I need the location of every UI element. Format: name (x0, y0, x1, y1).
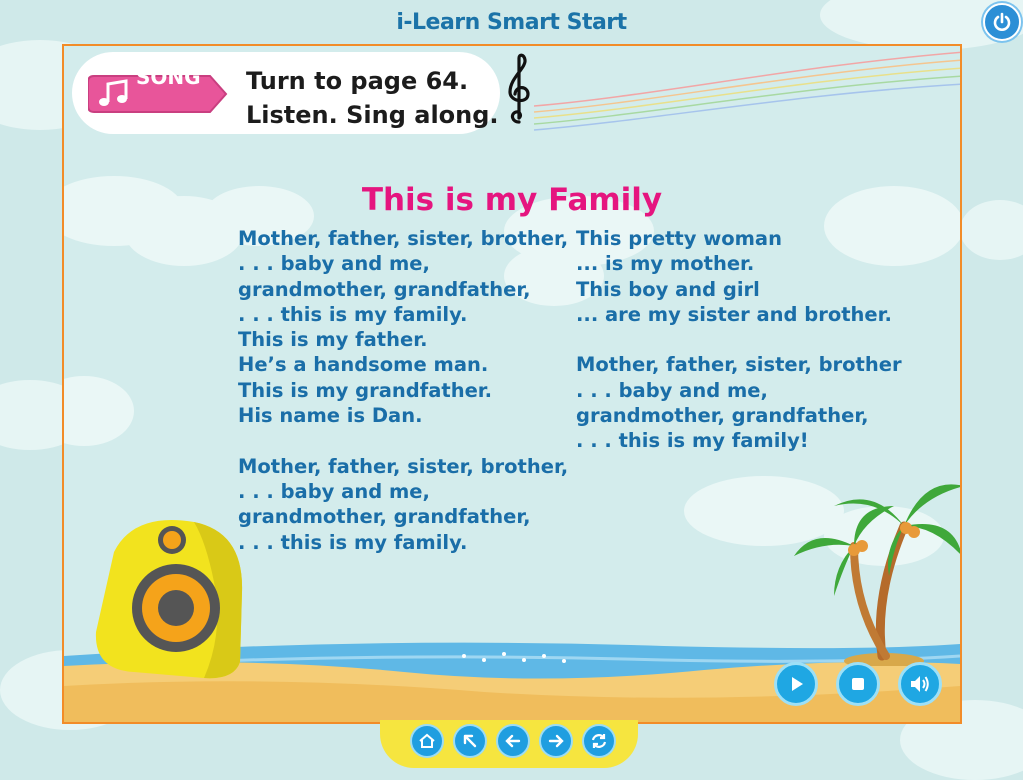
refresh-icon (591, 734, 607, 748)
stop-icon (852, 678, 864, 690)
lyrics-right-column: This pretty woman... is my mother. This b… (576, 226, 902, 454)
back-button[interactable] (496, 724, 530, 758)
instruction-banner: SONG Turn to page 64. Listen. Sing along… (72, 52, 500, 134)
song-tag-label: SONG (136, 65, 201, 89)
lyric-line: This is my father. (238, 328, 428, 352)
lyric-line: grandmother, grandfather, (238, 505, 531, 529)
lyric-line: grandmother, grandfather, (238, 277, 531, 301)
lyric-line: . . . baby and me, (238, 252, 430, 276)
song-title: This is my Family (361, 182, 663, 218)
lyric-line: He’s a handsome man. (238, 353, 489, 377)
speaker-illustration (95, 520, 243, 679)
lyric-line: Mother, father, sister, brother, (238, 454, 569, 478)
lyric-line: ... are my sister and brother. (576, 302, 892, 326)
lyric-line: . . . baby and me, (576, 378, 768, 402)
expand-button[interactable] (453, 724, 487, 758)
stop-button[interactable] (836, 662, 880, 706)
lyric-line: Mother, father, sister, brother, (238, 227, 569, 250)
instruction-text: Turn to page 64. Listen. Sing along. (246, 64, 499, 132)
forward-arrow-icon (548, 734, 564, 748)
lyric-line (238, 428, 568, 453)
instruction-line: Listen. Sing along. (246, 101, 499, 129)
home-icon (419, 733, 435, 748)
power-icon (993, 12, 1011, 31)
lyric-line: grandmother, grandfather, (576, 404, 869, 428)
lyrics-left-column: Mother, father, sister, brother,. . . ba… (238, 226, 568, 555)
lyric-line: . . . this is my family. (238, 530, 468, 554)
treble-clef-icon (508, 53, 530, 124)
home-button[interactable] (410, 724, 444, 758)
bottom-nav-bar (380, 720, 638, 768)
lyric-line: . . . this is my family. (238, 302, 468, 326)
volume-icon (911, 676, 929, 692)
lyric-line: Mother, father, sister, brother (576, 353, 902, 377)
lyric-line: His name is Dan. (238, 404, 423, 428)
volume-button[interactable] (898, 662, 942, 706)
music-staff-decoration (534, 51, 960, 131)
forward-button[interactable] (539, 724, 573, 758)
refresh-button[interactable] (582, 724, 616, 758)
play-icon (792, 677, 803, 691)
power-button[interactable] (983, 3, 1021, 41)
lyric-line (576, 327, 902, 352)
back-arrow-icon (505, 734, 521, 748)
cloud (64, 376, 134, 446)
expand-icon (463, 734, 477, 748)
background-cloud (960, 200, 1023, 260)
app-title: i-Learn Smart Start (396, 10, 627, 35)
lyric-line: . . . this is my family! (576, 429, 809, 453)
lyric-line: ... is my mother. (576, 252, 755, 276)
lesson-frame: SONG Turn to page 64. Listen. Sing along… (62, 44, 962, 724)
lyric-line: . . . baby and me, (238, 479, 430, 503)
lyric-line: This is my grandfather. (238, 378, 493, 402)
play-button[interactable] (774, 662, 818, 706)
lyric-line: This boy and girl (576, 277, 760, 301)
palm-tree-illustration (794, 484, 960, 666)
instruction-line: Turn to page 64. (246, 67, 469, 95)
lyric-line: This pretty woman (576, 227, 782, 250)
